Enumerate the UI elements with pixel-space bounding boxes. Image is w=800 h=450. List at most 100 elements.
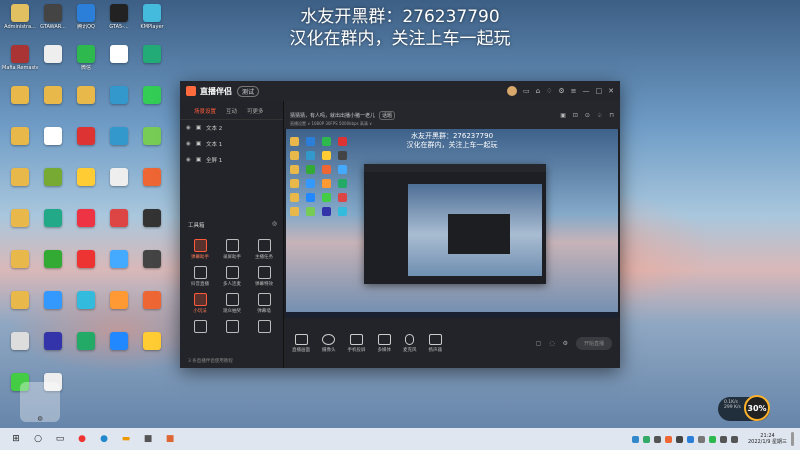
desktop-icon[interactable] [103,168,135,188]
gift-icon[interactable]: ▣ [560,112,566,119]
desktop-icon[interactable] [70,86,102,106]
tab-more[interactable]: 可更多 [247,107,264,115]
desktop-icon[interactable] [70,127,102,147]
start-live-button[interactable]: 开始直播 [575,336,612,350]
desktop-icon[interactable] [103,209,135,229]
desktop-icon[interactable] [103,86,135,106]
toolbox-item[interactable] [248,320,280,335]
bell-icon[interactable]: ♤ [597,112,602,119]
desktop-icon[interactable] [103,291,135,311]
lock-icon[interactable]: ⊡ [573,112,578,119]
volume-icon[interactable] [730,435,738,443]
eye-icon[interactable]: ◉ [186,157,191,163]
scene-item[interactable]: ◉ ▣ 全屏 1 [180,152,283,168]
phone-cast-button[interactable]: 手机投屏 [348,333,366,353]
refresh-icon[interactable]: ◌ [549,340,554,347]
desktop-icon[interactable] [4,250,36,270]
maximize-icon[interactable]: □ [596,87,603,95]
toolbox-item[interactable]: 弹幕特效 [248,266,280,287]
minimize-icon[interactable]: — [583,87,590,95]
desktop-icon[interactable] [37,127,69,147]
desktop-icon[interactable] [136,127,168,147]
toolbox-item[interactable]: 弹幕助手 [184,239,216,260]
desktop-icon[interactable] [136,332,168,352]
toolbox-item[interactable]: 主播任务 [248,239,280,260]
tray-icon[interactable] [631,435,639,443]
desktop-icon[interactable] [37,250,69,270]
toolbox-item[interactable] [216,320,248,335]
desktop-icon[interactable] [4,127,36,147]
desktop-widget[interactable]: ◍ [20,382,60,422]
desktop-icon[interactable] [103,250,135,270]
show-desktop-button[interactable] [791,432,794,446]
toolbox-item[interactable]: 弹幕墙 [248,293,280,314]
tray-icon[interactable] [686,435,694,443]
tray-icon[interactable] [708,435,716,443]
desktop-icon[interactable] [37,86,69,106]
stream-settings[interactable]: 直播设置 ∨ 1080P 30FPS 5000kbps 高清 ∨ [290,121,372,127]
speaker-button[interactable]: 扬声器 [429,333,442,353]
scene-item[interactable]: ◉ ▣ 文本 2 [180,120,283,136]
tray-icon[interactable] [664,435,672,443]
tray-icon[interactable] [642,435,650,443]
desktop-icon[interactable] [70,250,102,270]
eye-icon[interactable]: ◉ [186,141,191,147]
tray-icon[interactable] [675,435,683,443]
network-monitor-widget[interactable]: 0.1K/s 299 K/s 30% [718,395,770,421]
desktop-icon[interactable] [70,291,102,311]
tray-icon[interactable] [697,435,705,443]
message-icon[interactable]: ▭ [523,87,530,95]
clock[interactable]: 21:24 2022/1/9 星期三 [748,433,787,445]
toolbox-item[interactable] [184,320,216,335]
desktop-icon[interactable] [37,291,69,311]
desktop-icon[interactable] [70,332,102,352]
shirt-icon[interactable]: ♢ [546,87,552,95]
avatar[interactable] [506,86,517,96]
screen-capture-button[interactable]: 直播画面 [292,333,310,353]
search-icon[interactable]: ○ [32,433,44,445]
desktop-icon[interactable] [70,209,102,229]
settings-icon[interactable]: ⚙ [558,87,564,95]
desktop-icon[interactable] [4,168,36,188]
desktop-icon[interactable] [4,209,36,229]
desktop-icon[interactable] [37,332,69,352]
close-icon[interactable]: ✕ [608,87,614,95]
live-companion-icon[interactable]: ■ [164,433,176,445]
version-badge[interactable]: 测试 [237,85,260,97]
toolbox-item[interactable]: 观众抽奖 [216,293,248,314]
tab-interact[interactable]: 互动 [226,107,237,115]
desktop-icon[interactable] [4,332,36,352]
desktop-icon[interactable] [136,291,168,311]
desktop-icon[interactable] [4,86,36,106]
tray-icon[interactable] [653,435,661,443]
app-icon[interactable]: ■ [142,433,154,445]
tab-scene[interactable]: 场景设置 [194,107,216,115]
desktop-icon[interactable] [136,209,168,229]
desktop-icon[interactable] [4,291,36,311]
toolbox-item[interactable]: 录屏助手 [216,239,248,260]
share-icon[interactable]: ⊙ [585,112,590,119]
task-view-icon[interactable]: ▭ [54,433,66,445]
wifi-icon[interactable] [719,435,727,443]
desktop-icon[interactable] [136,250,168,270]
desktop-icon[interactable] [136,86,168,106]
topic-tag[interactable]: 话题 [379,110,396,120]
record-icon[interactable]: ▢ [536,340,542,347]
chrome-icon[interactable]: ● [76,433,88,445]
tutorial-link[interactable]: 3 条直播伴侣使用教程 [188,358,233,364]
camera-button[interactable]: 摄像头 [322,333,336,353]
desktop-icon[interactable] [136,168,168,188]
mic-button[interactable]: 麦克风 [403,333,417,353]
settings-icon[interactable]: ⚙ [563,340,568,347]
media-button[interactable]: 多媒体 [378,333,391,353]
toolbox-item[interactable]: 小玩法 [184,293,216,314]
folder-icon[interactable]: ▬ [120,433,132,445]
desktop-icon[interactable] [37,168,69,188]
desktop-icon[interactable] [103,127,135,147]
browser-icon[interactable]: ● [98,433,110,445]
toolbox-item[interactable]: 抖音直播 [184,266,216,287]
eye-icon[interactable]: ◉ [186,125,191,131]
lock-icon[interactable]: ⊓ [609,112,614,119]
stream-preview[interactable]: 水友开黑群：276237790 汉化在群内，关注上车一起玩 [286,129,618,318]
gift-icon[interactable]: ⌂ [536,87,540,95]
